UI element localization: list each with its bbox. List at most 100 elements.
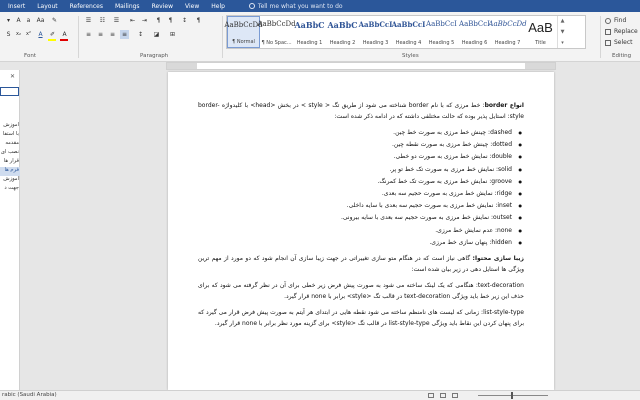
- editing-group: Find Replace Select: [605, 15, 640, 48]
- tab-insert[interactable]: Insert: [2, 3, 31, 10]
- style-name: Heading 4: [395, 40, 422, 46]
- replace-icon: [605, 28, 611, 35]
- document-body[interactable]: انواع border: خط مرزی که با نام border ش…: [198, 100, 524, 334]
- style-title[interactable]: AaB Title: [524, 16, 557, 48]
- style-name: Heading 2: [329, 40, 356, 46]
- tab-mailings[interactable]: Mailings: [109, 3, 146, 10]
- borders-icon[interactable]: ⊞: [168, 30, 177, 39]
- clear-format-icon[interactable]: ✎: [50, 16, 59, 25]
- list-item: solid: نمایش خط مرزی به صورت تک خط تو پر…: [198, 164, 522, 176]
- tab-references[interactable]: References: [64, 3, 109, 10]
- print-layout-icon[interactable]: [440, 393, 446, 398]
- list-item: none: عدم نمایش خط مرزی.: [198, 225, 522, 237]
- zoom-slider-thumb[interactable]: [511, 392, 513, 399]
- language-indicator[interactable]: rabic (Saudi Arabia): [2, 392, 57, 398]
- rtl-icon[interactable]: ¶: [166, 16, 175, 25]
- ltr-icon[interactable]: ¶: [154, 16, 163, 25]
- style-preview: AaBbCcI: [426, 20, 457, 28]
- chevron-down-icon[interactable]: ▼: [561, 29, 565, 35]
- close-icon[interactable]: ✕: [10, 73, 15, 80]
- nav-heading-item[interactable]: آموزش: [0, 176, 20, 185]
- group-divider: [600, 16, 601, 58]
- tab-layout[interactable]: Layout: [31, 3, 63, 10]
- chevron-up-icon[interactable]: ▲: [561, 18, 565, 24]
- multilevel-list-icon[interactable]: ☰: [112, 16, 121, 25]
- nav-heading-item[interactable]: قرار ها: [0, 158, 20, 167]
- increase-indent-icon[interactable]: ⇥: [140, 16, 149, 25]
- nav-heading-item-selected[interactable]: فرم ها: [0, 167, 20, 176]
- align-left-icon[interactable]: ≡: [84, 30, 93, 39]
- style-heading-4[interactable]: AaBbCcI Heading 4: [391, 16, 426, 48]
- ruler-margin-left: [167, 63, 197, 69]
- tab-view[interactable]: View: [179, 3, 205, 10]
- list-item: double: نمایش خط مرزی به صورت دو خطی.: [198, 151, 522, 163]
- zoom-slider[interactable]: [478, 395, 548, 396]
- nav-heading-item[interactable]: مقدمه: [0, 140, 20, 149]
- change-case-icon[interactable]: Aa: [36, 16, 45, 25]
- style-heading-3[interactable]: AaBbCcI Heading 3: [359, 16, 393, 48]
- gallery-scroll[interactable]: ▲ ▼ ▾: [557, 16, 567, 48]
- style-preview: AaBbCcDd: [488, 20, 527, 28]
- select-button[interactable]: Select: [605, 37, 640, 48]
- shading-icon[interactable]: ◪: [152, 30, 161, 39]
- replace-button[interactable]: Replace: [605, 26, 640, 37]
- more-icon[interactable]: ▾: [561, 40, 564, 46]
- ribbon-tab-bar: Insert Layout References Mailings Review…: [0, 0, 640, 12]
- find-button[interactable]: Find: [605, 15, 640, 26]
- nav-heading-item[interactable]: نصب ای: [0, 149, 20, 158]
- web-layout-icon[interactable]: [452, 393, 458, 398]
- style-preview: AaBbC: [327, 20, 358, 30]
- lightbulb-icon: [248, 3, 255, 9]
- justify-icon[interactable]: ≡: [120, 30, 129, 39]
- heading-border-types: انواع border: [484, 102, 524, 109]
- line-spacing-icon[interactable]: ↕: [136, 30, 145, 39]
- style-normal[interactable]: AaBbCcDd ¶ Normal: [224, 16, 263, 48]
- tell-me-box[interactable]: Tell me what you want to do: [248, 3, 343, 10]
- nav-heading-item[interactable]: جهت د: [0, 185, 20, 194]
- style-preview: AaBbCcI: [391, 20, 426, 29]
- decrease-indent-icon[interactable]: ⇤: [128, 16, 137, 25]
- show-marks-icon[interactable]: ¶: [194, 16, 203, 25]
- grow-font-icon[interactable]: A: [14, 16, 23, 25]
- sort-icon[interactable]: ↕: [180, 16, 189, 25]
- styles-gallery: AaBbCcDd ¶ Normal AaBbCcDd ¶ No Spac... …: [224, 15, 586, 49]
- style-heading-1[interactable]: AaBbC Heading 1: [293, 16, 326, 48]
- style-heading-6[interactable]: AaBbCcI Heading 6: [458, 16, 491, 48]
- style-preview: AaBbC: [294, 20, 325, 30]
- style-no-spacing[interactable]: AaBbCcDd ¶ No Spac...: [257, 16, 295, 48]
- nav-heading-item[interactable]: با استفا: [0, 131, 20, 140]
- align-right-icon[interactable]: ≡: [108, 30, 117, 39]
- highlight-icon[interactable]: ✐: [48, 30, 57, 39]
- superscript-icon[interactable]: x²: [24, 30, 33, 39]
- read-mode-icon[interactable]: [428, 393, 434, 398]
- list-item: hidden: پنهان سازی خط مرزی.: [198, 237, 522, 249]
- heading-beautify: زیبا سازی محتوا:: [472, 255, 524, 263]
- font-color-icon[interactable]: A: [60, 30, 69, 39]
- horizontal-ruler[interactable]: [166, 62, 556, 70]
- paragraph-border-types: انواع border: خط مرزی که با نام border ش…: [198, 100, 524, 122]
- navigation-pane: ✕ آموزش با استفا مقدمه نصب ای قرار ها فر…: [0, 70, 20, 390]
- nav-heading-item[interactable]: آموزش: [0, 122, 20, 131]
- style-heading-7[interactable]: AaBbCcDd Heading 7: [488, 16, 527, 48]
- style-heading-2[interactable]: AaBbC Heading 2: [326, 16, 359, 48]
- tab-review[interactable]: Review: [146, 3, 179, 10]
- style-name: Heading 1: [296, 40, 323, 46]
- shrink-font-icon[interactable]: a: [24, 16, 33, 25]
- text-effects-icon[interactable]: A: [36, 30, 45, 39]
- paragraph-text-decoration: text-decoration: هنگامی که یک لینک ساخته…: [198, 282, 524, 301]
- style-preview: AaB: [528, 20, 553, 35]
- strikethrough-icon[interactable]: S: [4, 30, 13, 39]
- numbering-icon[interactable]: ☷: [98, 16, 107, 25]
- document-page[interactable]: انواع border: خط مرزی که با نام border ش…: [168, 72, 554, 390]
- style-name: ¶ Normal: [232, 39, 255, 45]
- list-item: dashed: چینش خط مرزی به صورت خط چین.: [198, 127, 522, 139]
- bullets-icon[interactable]: ☰: [84, 16, 93, 25]
- subscript-icon[interactable]: x₂: [14, 30, 23, 39]
- font-size-arrow-icon[interactable]: ▾: [4, 16, 13, 25]
- font-group-label: Font: [24, 53, 36, 59]
- tab-help[interactable]: Help: [205, 3, 231, 10]
- nav-search-input[interactable]: [0, 87, 19, 96]
- align-center-icon[interactable]: ≡: [96, 30, 105, 39]
- style-heading-5[interactable]: AaBbCcI Heading 5: [425, 16, 458, 48]
- list-item: outset: نمایش خط مرزی به صورت حجیم سه بع…: [198, 212, 522, 224]
